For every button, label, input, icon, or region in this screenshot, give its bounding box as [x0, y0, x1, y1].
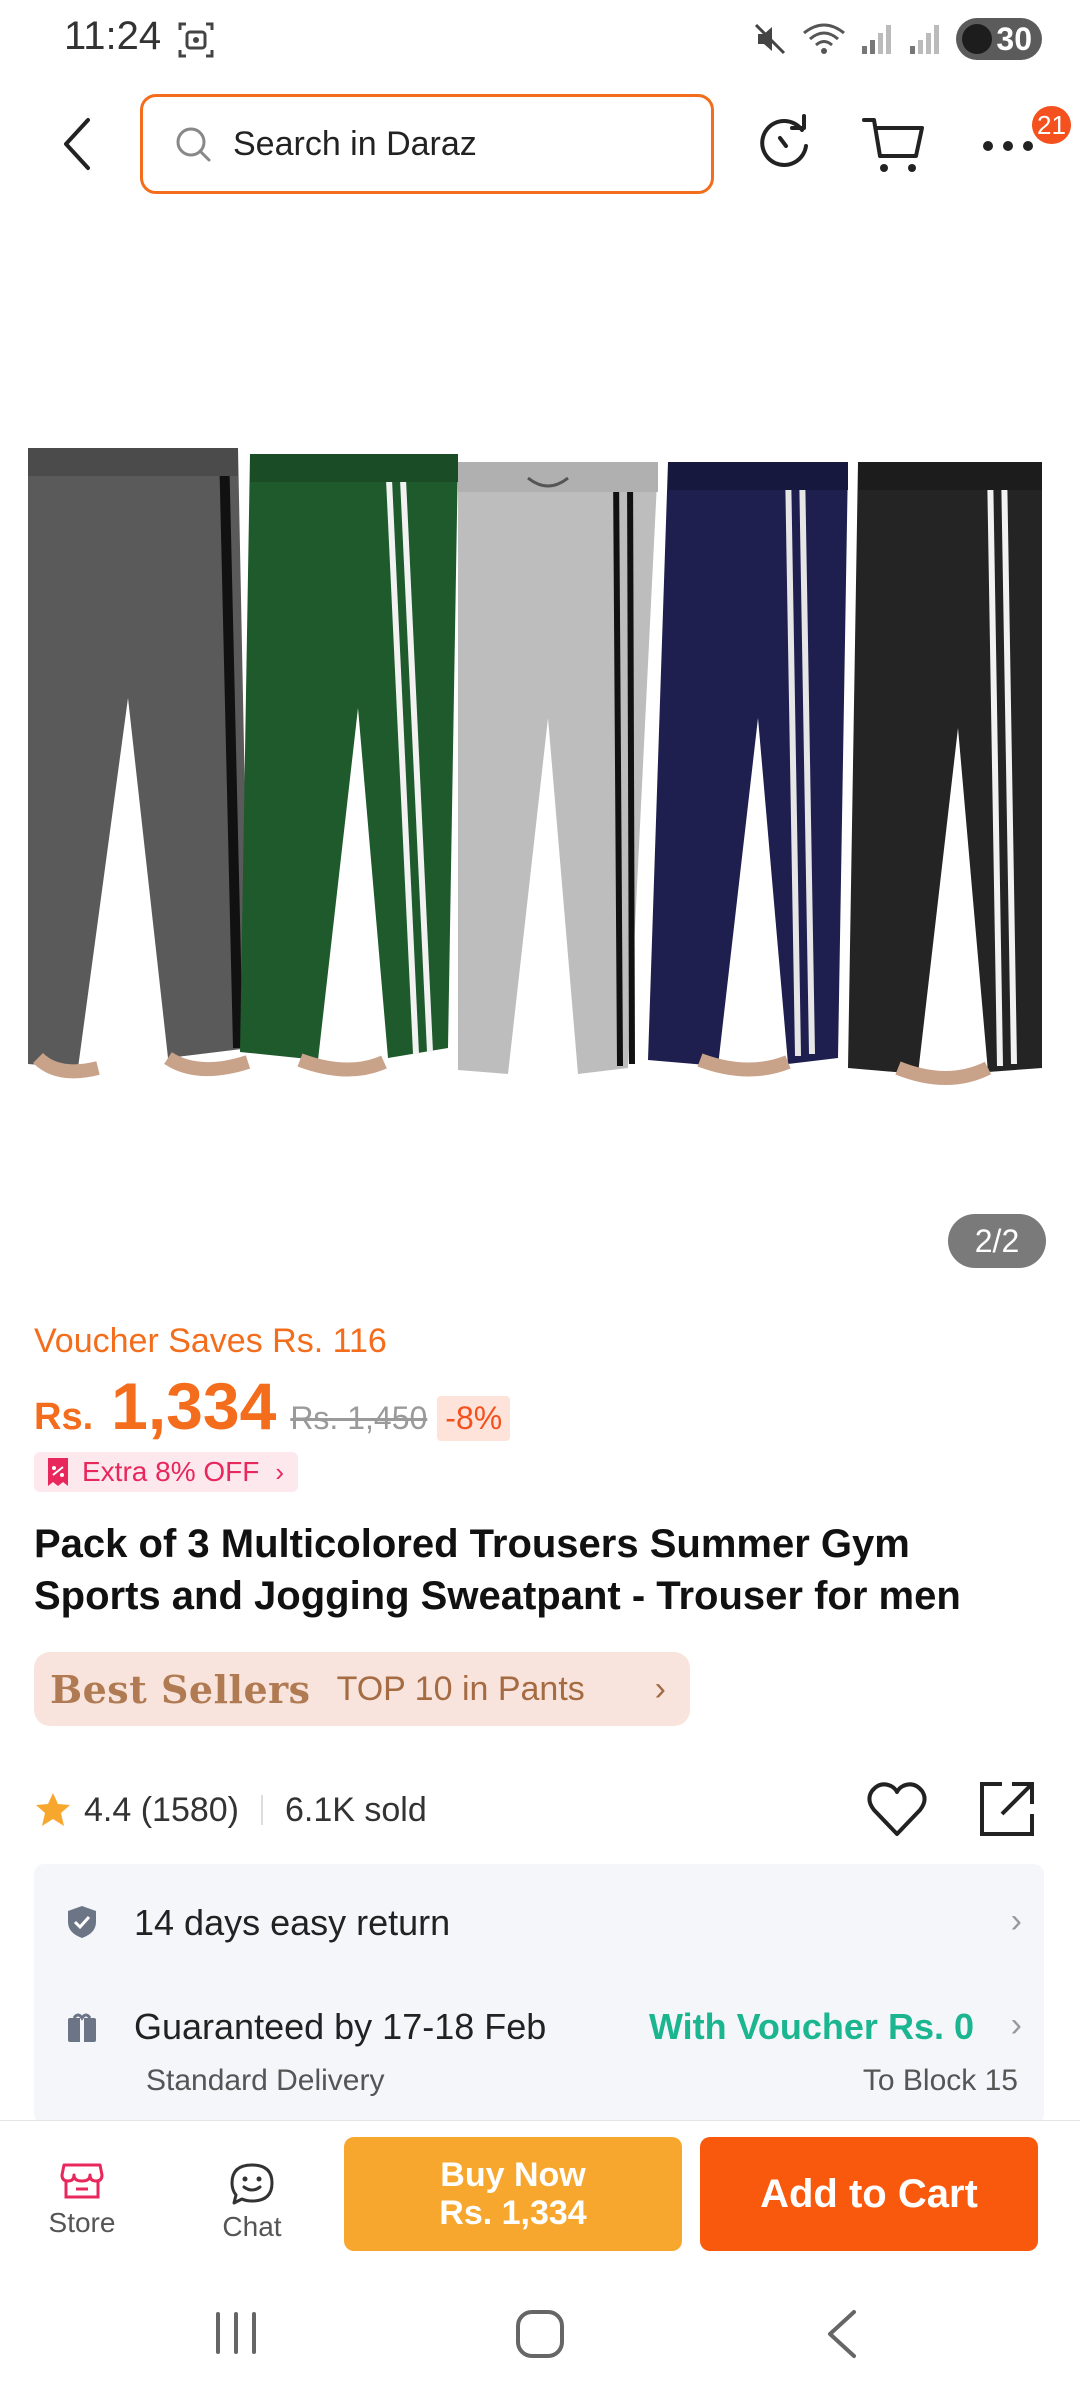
store-button[interactable]: Store	[30, 2161, 134, 2257]
mute-icon	[754, 23, 786, 55]
extra-off-button[interactable]: Extra 8% OFF ›	[34, 1452, 299, 1492]
bestseller-banner[interactable]: Best Sellers TOP 10 in Pants ›	[34, 1652, 690, 1726]
store-label: Store	[48, 2207, 116, 2238]
search-placeholder: Search in Daraz	[233, 124, 477, 163]
recents-icon[interactable]	[212, 2310, 260, 2356]
delivery-voucher-text: With Voucher Rs. 0	[648, 2006, 974, 2047]
buy-now-label: Buy Now	[440, 2156, 586, 2194]
back-arrow-icon	[64, 118, 90, 170]
status-icons: 30	[752, 18, 1042, 60]
divider	[261, 1795, 263, 1825]
discount-badge: -8%	[437, 1396, 511, 1441]
trouser-light-grey	[458, 462, 658, 1074]
chevron-right-icon: ›	[275, 1456, 285, 1487]
chevron-right-icon: ›	[1010, 2006, 1022, 2044]
rating-value: 4.4 (1580)	[84, 1790, 239, 1829]
more-icon[interactable]	[978, 116, 1038, 176]
chevron-right-icon: ›	[1010, 1902, 1022, 1940]
signal-icon	[910, 25, 939, 54]
chat-button[interactable]: Chat	[200, 2161, 304, 2257]
star-icon	[36, 1793, 70, 1826]
trousers-photo	[28, 447, 1042, 1085]
back-button[interactable]	[46, 112, 110, 176]
image-counter: 2/2	[948, 1214, 1046, 1268]
discount-tag-icon	[48, 1458, 68, 1486]
wifi-icon	[803, 23, 845, 54]
trouser-black	[848, 462, 1042, 1085]
search-input[interactable]: Search in Daraz	[140, 94, 714, 194]
price-amount: 1,334	[111, 1369, 277, 1443]
add-to-cart-label: Add to Cart	[760, 2171, 978, 2216]
heart-icon[interactable]	[866, 1780, 928, 1838]
screenshot-icon	[178, 22, 214, 58]
status-bar: 11:24 30	[0, 0, 1080, 80]
refresh-icon[interactable]	[752, 112, 816, 176]
shield-check-icon	[68, 1906, 96, 1938]
status-time: 11:24	[64, 14, 162, 58]
voucher-saves-text: Voucher Saves Rs. 116	[34, 1322, 387, 1360]
system-nav-bar	[0, 2266, 1080, 2400]
home-icon[interactable]	[514, 2308, 566, 2360]
delivery-destination: To Block 15	[862, 2064, 1018, 2097]
trouser-navy	[648, 462, 848, 1077]
product-title: Pack of 3 Multicolored Trousers Summer G…	[34, 1522, 961, 1618]
package-icon	[68, 2013, 96, 2042]
top-bar: Search in Daraz 21	[0, 92, 1080, 196]
delivery-row[interactable]: Guaranteed by 17-18 Feb With Voucher Rs.…	[34, 2006, 1044, 2106]
nav-back-icon[interactable]	[822, 2308, 862, 2360]
battery-icon: 30	[956, 18, 1042, 60]
store-icon	[60, 2163, 104, 2199]
delivery-panel: 14 days easy return › Guaranteed by 17-1…	[34, 1864, 1044, 2124]
price-row: Rs. 1,334 Rs. 1,450 -8%	[34, 1368, 511, 1444]
buy-now-price: Rs. 1,334	[439, 2194, 587, 2232]
bestseller-rank: TOP 10 in Pants	[336, 1669, 585, 1708]
search-icon	[176, 127, 211, 162]
action-bar: Store Chat Buy Now Rs. 1,334 Add to Cart	[0, 2120, 1080, 2266]
bestseller-label: Best Sellers	[50, 1666, 311, 1712]
guarantee-text: Guaranteed by 17-18 Feb	[134, 2006, 547, 2047]
original-price: Rs. 1,450	[290, 1400, 428, 1436]
battery-level: 30	[996, 20, 1032, 57]
trouser-dark-grey	[28, 447, 251, 1079]
return-row[interactable]: 14 days easy return ›	[34, 1902, 1044, 1943]
trouser-green	[240, 454, 458, 1077]
share-icon[interactable]	[978, 1780, 1036, 1838]
rating-row[interactable]: 4.4 (1580) 6.1K sold	[34, 1782, 427, 1838]
chat-label: Chat	[222, 2211, 282, 2242]
chevron-right-icon: ›	[654, 1669, 666, 1708]
price-currency: Rs.	[34, 1396, 94, 1438]
chat-icon	[230, 2163, 274, 2205]
sold-count: 6.1K sold	[285, 1790, 427, 1829]
product-image[interactable]	[28, 447, 1042, 1108]
signal-icon	[862, 25, 891, 54]
extra-off-label: Extra 8% OFF	[82, 1456, 260, 1487]
notification-badge: 21	[1032, 106, 1071, 144]
buy-now-button[interactable]: Buy Now Rs. 1,334	[344, 2137, 682, 2251]
delivery-type: Standard Delivery	[146, 2064, 385, 2097]
return-text: 14 days easy return	[134, 1902, 451, 1943]
cart-icon[interactable]	[862, 112, 928, 176]
add-to-cart-button[interactable]: Add to Cart	[700, 2137, 1038, 2251]
